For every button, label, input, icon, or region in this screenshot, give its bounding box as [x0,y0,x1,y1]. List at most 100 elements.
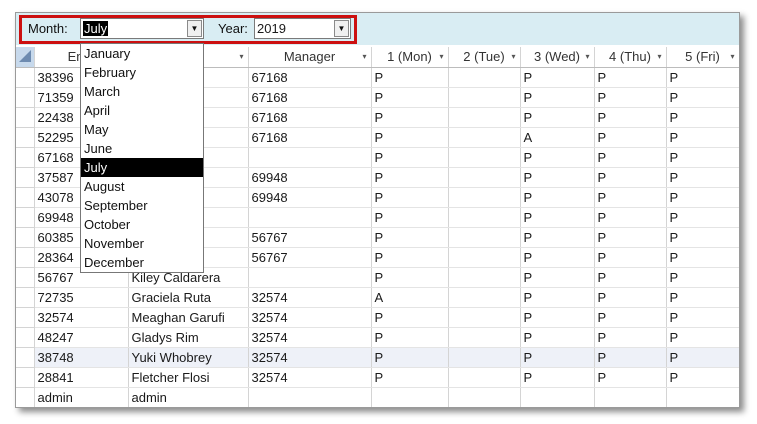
cell-day-5[interactable]: P [666,307,739,328]
cell-day-1[interactable]: P [371,87,449,108]
cell-day-4[interactable]: P [594,147,667,168]
cell-day-3[interactable]: P [520,247,595,268]
cell-day-3[interactable]: P [520,287,595,308]
year-value[interactable]: 2019 [257,21,286,36]
cell-day-3[interactable]: P [520,187,595,208]
cell-day-3[interactable]: P [520,327,595,348]
cell-employee-name[interactable]: Graciela Ruta [128,287,249,308]
column-header-manager[interactable]: Manager ▾ [248,47,372,68]
cell-manager[interactable] [248,267,372,288]
cell-day-3[interactable]: P [520,367,595,388]
cell-day-1[interactable]: P [371,127,449,148]
cell-employee-id[interactable]: 28841 [34,367,129,388]
cell-employee-id[interactable]: 48247 [34,327,129,348]
row-selector[interactable] [16,87,35,108]
table-row[interactable]: 32574 Meaghan Garufi 32574 P P P P [16,307,739,328]
cell-employee-id[interactable]: 38748 [34,347,129,368]
cell-day-2[interactable] [448,187,521,208]
cell-day-4[interactable]: P [594,187,667,208]
cell-day-4[interactable]: P [594,347,667,368]
cell-day-3[interactable]: P [520,67,595,88]
cell-day-2[interactable] [448,287,521,308]
cell-day-2[interactable] [448,167,521,188]
cell-day-5[interactable]: P [666,247,739,268]
row-selector[interactable] [16,147,35,168]
cell-day-2[interactable] [448,127,521,148]
cell-day-4[interactable]: P [594,127,667,148]
cell-day-4[interactable]: P [594,307,667,328]
cell-day-4[interactable]: P [594,327,667,348]
row-selector[interactable] [16,167,35,188]
cell-manager[interactable] [248,147,372,168]
month-value[interactable]: July [83,21,109,36]
cell-day-5[interactable]: P [666,207,739,228]
column-header-day-5[interactable]: 5 (Fri) ▾ [666,47,739,68]
month-option[interactable]: February [81,63,203,82]
cell-day-1[interactable]: P [371,107,449,128]
cell-day-2[interactable] [448,207,521,228]
month-option[interactable]: August [81,177,203,196]
cell-day-3[interactable]: P [520,147,595,168]
row-selector[interactable] [16,387,35,407]
year-combobox[interactable]: 2019 ▼ [254,18,351,39]
cell-day-2[interactable] [448,147,521,168]
month-option[interactable]: April [81,101,203,120]
chevron-down-icon[interactable]: ▾ [239,52,243,61]
table-row[interactable]: 28841 Fletcher Flosi 32574 P P P P [16,367,739,388]
cell-day-3[interactable]: P [520,347,595,368]
cell-day-5[interactable]: P [666,127,739,148]
cell-day-3[interactable]: P [520,167,595,188]
cell-employee-name[interactable]: Fletcher Flosi [128,367,249,388]
cell-day-4[interactable]: P [594,247,667,268]
row-selector[interactable] [16,287,35,308]
cell-day-1[interactable]: P [371,347,449,368]
cell-day-2[interactable] [448,347,521,368]
chevron-down-icon[interactable]: ▾ [511,52,515,61]
cell-day-2[interactable] [448,307,521,328]
cell-day-4[interactable]: P [594,167,667,188]
month-option[interactable]: May [81,120,203,139]
cell-day-5[interactable]: P [666,347,739,368]
cell-day-3[interactable]: P [520,87,595,108]
cell-day-2[interactable] [448,327,521,348]
month-option[interactable]: September [81,196,203,215]
table-row[interactable]: 72735 Graciela Ruta 32574 A P P P [16,287,739,308]
cell-day-1[interactable]: P [371,227,449,248]
cell-day-2[interactable] [448,67,521,88]
cell-day-5[interactable]: P [666,267,739,288]
cell-employee-id[interactable]: 32574 [34,307,129,328]
month-dropdown-button[interactable]: ▼ [187,20,202,37]
month-option[interactable]: July [81,158,203,177]
row-selector[interactable] [16,367,35,388]
month-option[interactable]: January [81,44,203,63]
cell-day-1[interactable]: P [371,247,449,268]
row-selector[interactable] [16,207,35,228]
cell-day-5[interactable]: P [666,187,739,208]
month-option[interactable]: June [81,139,203,158]
cell-day-2[interactable] [448,247,521,268]
cell-day-1[interactable]: P [371,207,449,228]
cell-day-1[interactable]: P [371,147,449,168]
cell-manager[interactable]: 67168 [248,87,372,108]
cell-day-1[interactable] [371,387,449,407]
chevron-down-icon[interactable]: ▾ [657,52,661,61]
cell-day-4[interactable] [594,387,667,407]
cell-day-5[interactable]: P [666,367,739,388]
cell-day-1[interactable]: P [371,367,449,388]
row-selector[interactable] [16,307,35,328]
cell-day-5[interactable]: P [666,147,739,168]
cell-day-3[interactable]: P [520,307,595,328]
cell-manager[interactable] [248,387,372,407]
row-selector[interactable] [16,67,35,88]
cell-day-1[interactable]: A [371,287,449,308]
row-selector[interactable] [16,247,35,268]
cell-day-4[interactable]: P [594,107,667,128]
cell-day-5[interactable]: P [666,327,739,348]
cell-manager[interactable]: 32574 [248,367,372,388]
month-option[interactable]: November [81,234,203,253]
cell-manager[interactable]: 32574 [248,307,372,328]
cell-day-3[interactable]: P [520,227,595,248]
cell-day-3[interactable]: P [520,207,595,228]
cell-day-3[interactable]: A [520,127,595,148]
cell-employee-id[interactable]: admin [34,387,129,407]
